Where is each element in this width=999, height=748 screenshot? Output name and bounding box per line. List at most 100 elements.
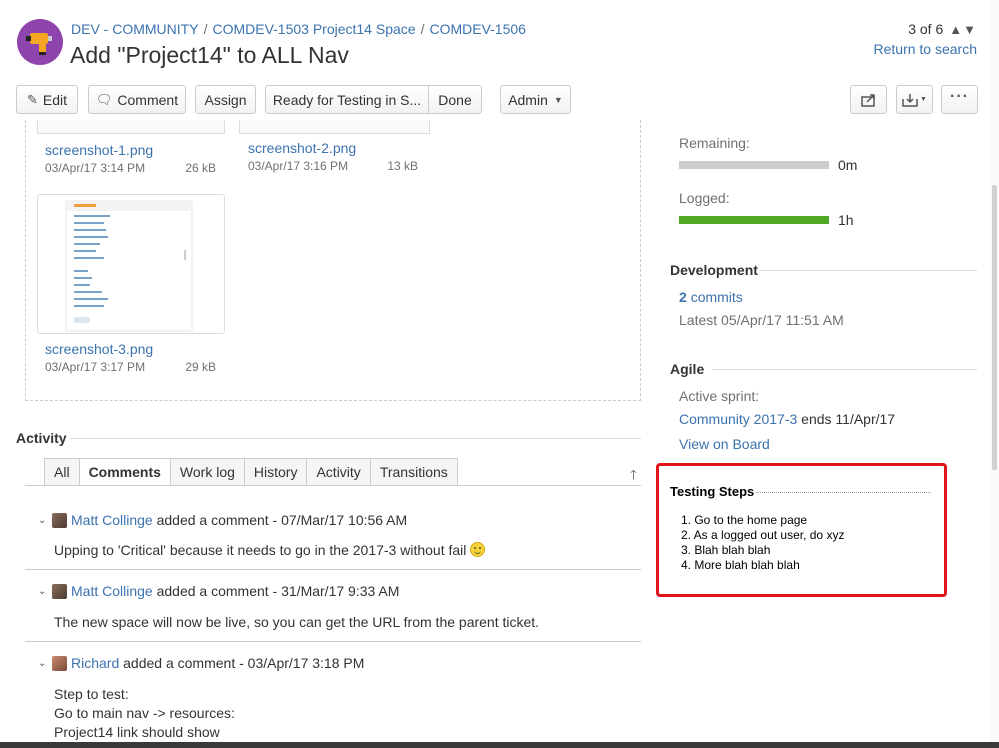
tab-history[interactable]: History: [244, 458, 308, 486]
comment-text: Upping to 'Critical' because it needs to…: [54, 542, 467, 558]
done-button[interactable]: Done: [429, 85, 482, 114]
development-heading: Development: [670, 262, 758, 278]
collapse-chevron-icon[interactable]: ⌄: [38, 586, 52, 597]
agile-heading: Agile: [670, 361, 705, 377]
commits-count[interactable]: 2: [679, 289, 687, 305]
logged-bar: [679, 216, 829, 224]
scrollbar-thumb[interactable]: [992, 185, 997, 470]
chevron-down-icon: ▼: [553, 94, 563, 105]
activity-tabs: All Comments Work log History Activity T…: [44, 458, 458, 486]
user-avatar[interactable]: [52, 655, 67, 671]
edit-button[interactable]: ✎ Edit: [16, 85, 78, 114]
user-avatar[interactable]: [52, 512, 67, 528]
issue-header: DEV - COMMUNITY / COMDEV-1503 Project14 Sp…: [0, 0, 999, 80]
breadcrumb-parent-issue[interactable]: COMDEV-1503 Project14 Space: [212, 21, 415, 37]
remaining-bar: [679, 161, 829, 169]
comment-divider: [25, 569, 641, 570]
tab-work-log[interactable]: Work log: [170, 458, 245, 486]
comment-icon: 🗨: [95, 91, 113, 107]
testing-step: 2. As a logged out user, do xyz: [681, 528, 845, 542]
attachment-thumbnail-2[interactable]: [239, 120, 430, 134]
testing-step: 1. Go to the home page: [681, 513, 808, 527]
workflow-button-group: Ready for Testing in S... Done: [265, 85, 482, 114]
comment-divider: [25, 641, 641, 642]
user-avatar[interactable]: [52, 583, 67, 599]
more-actions-button[interactable]: ···: [941, 85, 978, 114]
return-to-search-link[interactable]: Return to search: [874, 41, 978, 57]
attachment-size-2: 13 kB: [387, 159, 418, 173]
comment-header: ⌄ Matt Collinge added a comment - 31/Mar…: [38, 583, 399, 599]
comment-author[interactable]: Matt Collinge: [71, 512, 153, 528]
comment-body: Step to test: Go to main nav -> resource…: [54, 685, 235, 742]
pencil-icon: ✎: [26, 91, 38, 107]
tab-activity[interactable]: Activity: [307, 458, 371, 486]
attachment-name-1[interactable]: screenshot-1.png: [45, 142, 153, 158]
logged-label: Logged:: [679, 190, 730, 206]
admin-button-label: Admin: [508, 91, 548, 108]
previous-issue-icon[interactable]: ▲: [949, 22, 963, 37]
remaining-label: Remaining:: [679, 135, 750, 151]
breadcrumb-project[interactable]: DEV - COMMUNITY: [71, 21, 199, 37]
attachment-size-3: 29 kB: [185, 360, 216, 374]
breadcrumb-separator: /: [203, 21, 208, 37]
export-button[interactable]: ▼: [896, 85, 933, 114]
comment-text-line: Step to test:: [54, 686, 129, 702]
attachment-thumbnail-1[interactable]: [37, 120, 225, 134]
edit-button-label: Edit: [42, 91, 68, 108]
active-sprint-label: Active sprint:: [679, 388, 760, 404]
commits-link[interactable]: 2 commits: [679, 289, 743, 305]
attachment-date-2: 03/Apr/17 3:16 PM: [248, 159, 349, 173]
chevron-down-icon: ▼: [920, 96, 927, 103]
breadcrumb-separator: /: [420, 21, 425, 37]
comment-button[interactable]: 🗨 Comment: [88, 85, 186, 114]
ready-for-testing-button[interactable]: Ready for Testing in S...: [265, 85, 429, 114]
drill-icon: [26, 33, 52, 55]
sprint-link[interactable]: Community 2017-3: [679, 411, 797, 427]
assign-button-label: Assign: [204, 91, 247, 108]
latest-commit-date: Latest 05/Apr/17 11:51 AM: [679, 312, 844, 328]
admin-dropdown-button[interactable]: Admin ▼: [500, 85, 571, 114]
breadcrumb-issue-key[interactable]: COMDEV-1506: [429, 21, 525, 37]
tab-comments[interactable]: Comments: [79, 458, 171, 486]
attachment-name-3[interactable]: screenshot-3.png: [45, 341, 153, 357]
comment-header: ⌄ Matt Collinge added a comment - 07/Mar…: [38, 512, 407, 528]
testing-steps-list: 1. Go to the home page 2. As a logged ou…: [681, 513, 844, 573]
comment-body: The new space will now be live, so you c…: [54, 613, 539, 632]
page-title: Add "Project14" to ALL Nav: [70, 42, 349, 68]
comment-date[interactable]: 31/Mar/17 9:33 AM: [281, 583, 399, 599]
pager-position: 3 of 6: [908, 21, 944, 37]
divider: [25, 485, 641, 486]
attachment-date-3: 03/Apr/17 3:17 PM: [45, 360, 146, 374]
sort-order-icon[interactable]: 🡑: [630, 466, 637, 488]
collapse-chevron-icon[interactable]: ⌄: [38, 515, 52, 526]
view-on-board-link[interactable]: View on Board: [679, 436, 770, 452]
divider: [70, 438, 641, 439]
attachment-date-1: 03/Apr/17 3:14 PM: [45, 161, 146, 175]
share-button[interactable]: [850, 85, 887, 114]
issue-pager: 3 of 6 ▲▼: [908, 21, 977, 37]
assign-button[interactable]: Assign: [195, 85, 256, 114]
sprint-end-date: ends 11/Apr/17: [801, 411, 896, 427]
smiley-emoji-icon: [470, 542, 486, 557]
comment-author[interactable]: Matt Collinge: [71, 583, 153, 599]
window-bottom-edge: [0, 742, 999, 748]
done-button-label: Done: [438, 91, 472, 108]
comment-body: Upping to 'Critical' because it needs to…: [54, 541, 486, 560]
ready-for-testing-label: Ready for Testing in S...: [272, 91, 422, 108]
tab-all[interactable]: All: [44, 458, 80, 486]
comment-date[interactable]: 03/Apr/17 3:18 PM: [248, 655, 365, 671]
comment-text-line: Go to main nav -> resources:: [54, 705, 235, 721]
comment-author[interactable]: Richard: [71, 655, 119, 671]
attachment-name-2[interactable]: screenshot-2.png: [248, 140, 356, 156]
breadcrumb: DEV - COMMUNITY / COMDEV-1503 Project14 Sp…: [71, 21, 526, 37]
screenshot-preview-image: [65, 200, 193, 332]
comment-date[interactable]: 07/Mar/17 10:56 AM: [281, 512, 407, 528]
activity-heading: Activity: [16, 430, 67, 446]
project-avatar[interactable]: [17, 19, 63, 65]
tab-transitions[interactable]: Transitions: [370, 458, 458, 486]
next-issue-icon[interactable]: ▼: [963, 22, 977, 37]
commits-label[interactable]: commits: [691, 289, 743, 305]
collapse-chevron-icon[interactable]: ⌄: [38, 658, 52, 669]
export-icon: [902, 93, 918, 107]
attachment-thumbnail-3[interactable]: [37, 194, 225, 334]
